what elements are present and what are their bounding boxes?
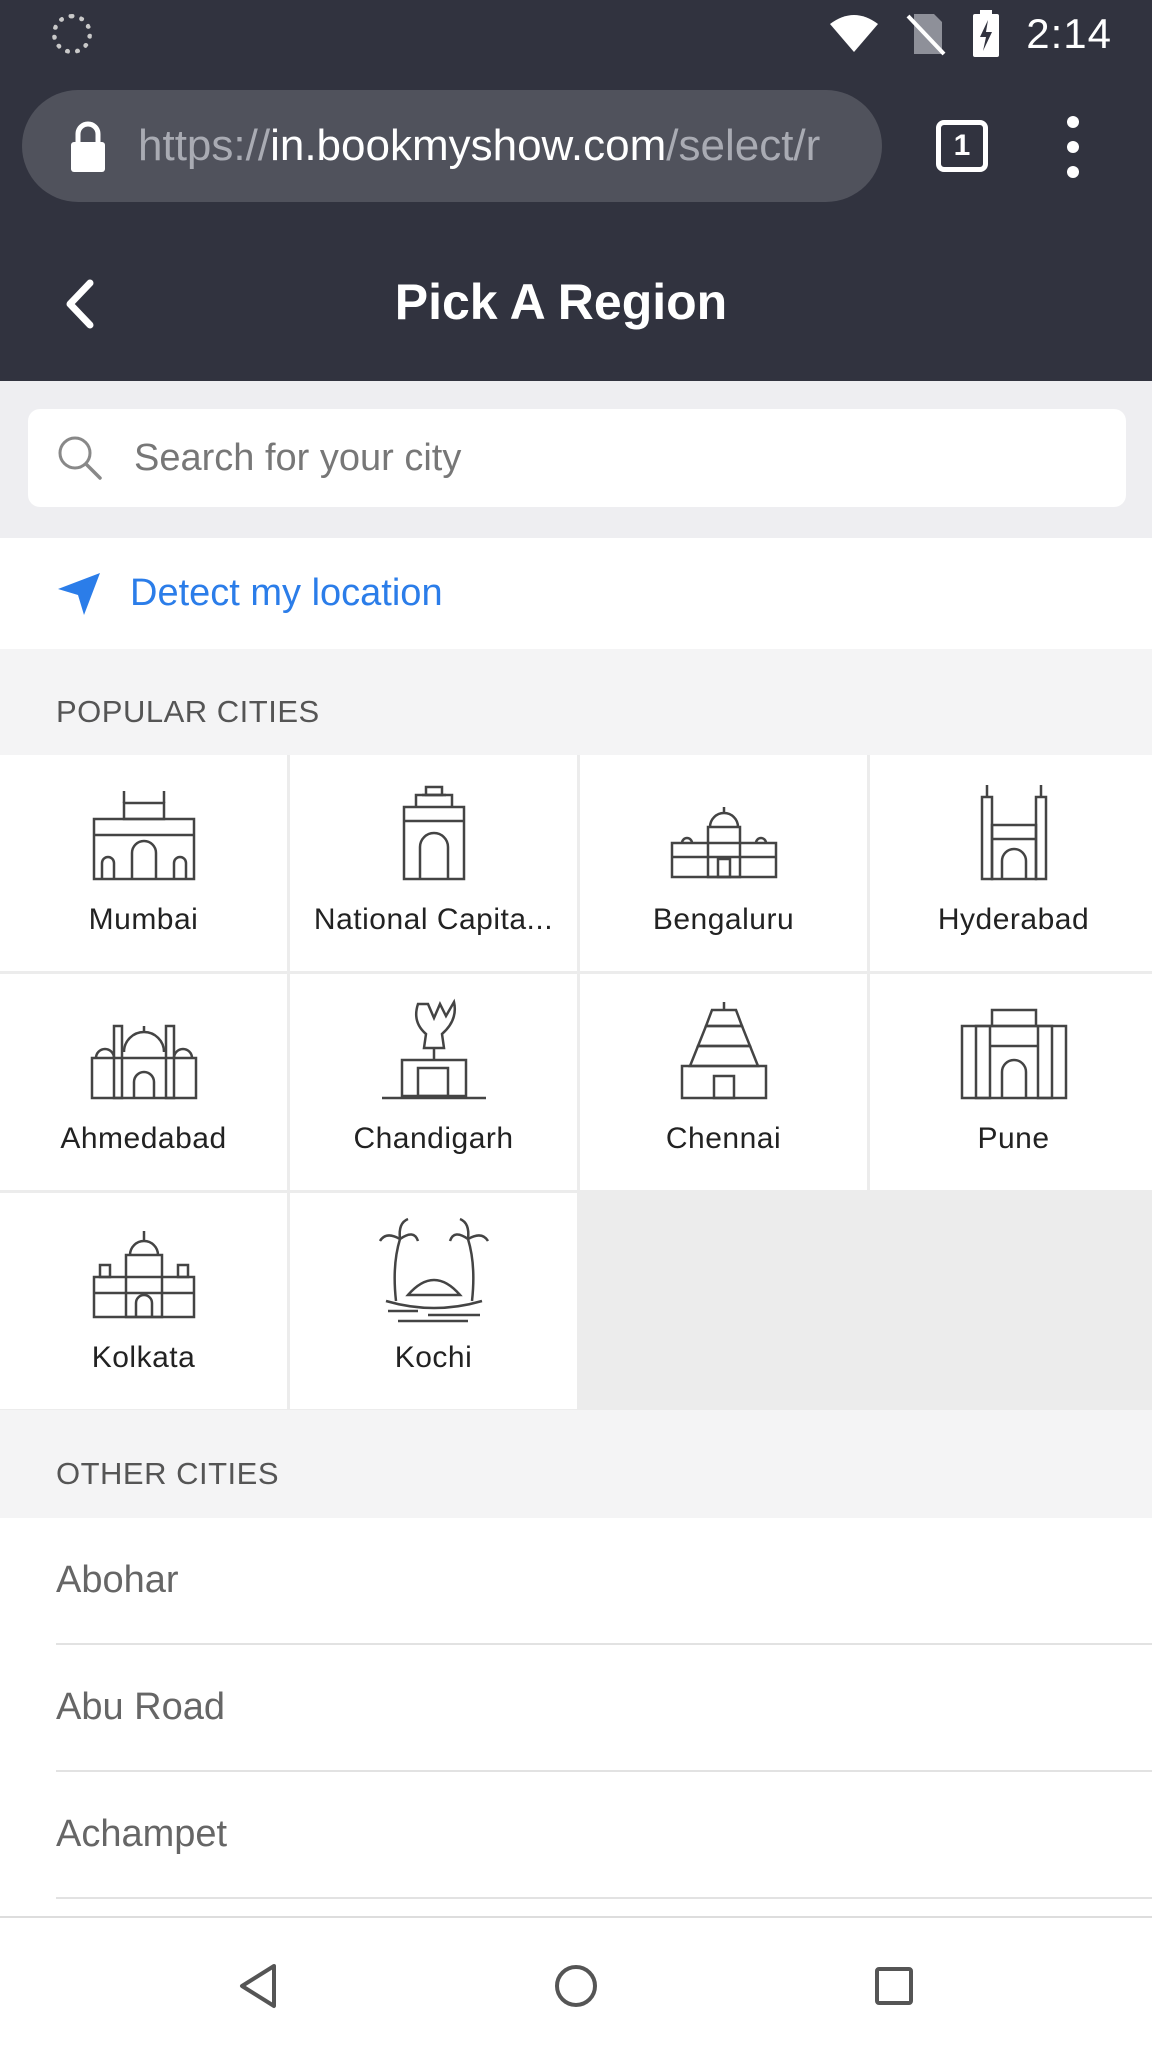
- browser-menu-button[interactable]: [1050, 112, 1096, 182]
- list-item[interactable]: Abohar: [56, 1518, 1152, 1645]
- city-tile-kochi[interactable]: Kochi: [290, 1193, 577, 1409]
- url-text[interactable]: https://in.bookmyshow.com/select/r: [138, 121, 858, 171]
- square-recents-icon: [875, 1967, 913, 2005]
- mosque-icon: [90, 1024, 197, 1100]
- nav-recents-button[interactable]: [864, 1956, 924, 2016]
- address-bar[interactable]: https://in.bookmyshow.com/select/r: [22, 90, 882, 202]
- city-name: Chandigarh: [353, 1122, 514, 1155]
- nav-home-button[interactable]: [546, 1956, 606, 2016]
- palm-trees-boat-icon: [378, 1217, 489, 1323]
- city-tile-mumbai[interactable]: Mumbai: [0, 755, 287, 971]
- nav-back-button[interactable]: [228, 1956, 288, 2016]
- city-name: Mumbai: [88, 903, 199, 936]
- city-name: Kochi: [394, 1341, 473, 1374]
- detect-location-row[interactable]: Detect my location: [0, 538, 1152, 649]
- search-icon: [58, 436, 102, 480]
- battery-charging-icon: [973, 10, 1000, 57]
- city-name: National Capita...: [313, 903, 554, 936]
- city-tile-bengaluru[interactable]: Bengaluru: [580, 755, 867, 971]
- city-name: Chennai: [665, 1122, 782, 1155]
- status-bar: 2:14: [0, 0, 1152, 68]
- no-sim-icon: [906, 14, 946, 56]
- location-arrow-icon: [58, 572, 100, 615]
- search-section: [0, 381, 1152, 538]
- other-cities-heading: OTHER CITIES: [0, 1410, 1152, 1518]
- triangle-back-icon: [240, 1964, 276, 2008]
- city-name: Ahmedabad: [60, 1122, 227, 1155]
- clock-time: 2:14: [1026, 10, 1112, 57]
- detect-location-link[interactable]: Detect my location: [130, 572, 443, 615]
- vidhana-soudha-icon: [670, 807, 777, 879]
- gateway-of-india-icon: [92, 791, 195, 881]
- city-name: Kolkata: [91, 1341, 196, 1374]
- shaniwar-wada-icon: [960, 1008, 1067, 1100]
- open-hand-monument-icon: [381, 998, 486, 1100]
- city-tile-chandigarh[interactable]: Chandigarh: [290, 974, 577, 1190]
- url-path: /select/r: [666, 121, 821, 170]
- victoria-memorial-icon: [92, 1231, 195, 1319]
- search-box[interactable]: [28, 409, 1126, 507]
- city-tile-ahmedabad[interactable]: Ahmedabad: [0, 974, 287, 1190]
- city-tile-hyderabad[interactable]: Hyderabad: [870, 755, 1152, 971]
- india-gate-icon: [402, 785, 465, 881]
- list-item[interactable]: Abu Road: [56, 1645, 1152, 1772]
- status-icons: 2:14: [828, 8, 1112, 60]
- menu-dot: [1067, 166, 1079, 178]
- browser-toolbar: https://in.bookmyshow.com/select/r 1: [0, 68, 1152, 224]
- system-navigation-bar: [0, 1916, 1152, 2048]
- city-name: Bengaluru: [652, 903, 795, 936]
- city-name: Hyderabad: [937, 903, 1090, 936]
- page-title: Pick A Region: [394, 274, 728, 330]
- lock-icon: [71, 121, 105, 172]
- back-arrow-icon: [66, 279, 94, 329]
- city-tile-chennai[interactable]: Chennai: [580, 974, 867, 1190]
- other-cities-list: Abohar Abu Road Achampet: [0, 1518, 1152, 1899]
- list-item[interactable]: Achampet: [56, 1772, 1152, 1899]
- app-header: Pick A Region: [0, 224, 1152, 381]
- charminar-icon: [980, 785, 1047, 881]
- loading-spinner-icon: [52, 14, 92, 54]
- temple-gopuram-icon: [680, 1002, 767, 1100]
- url-host: in.bookmyshow.com: [270, 121, 667, 170]
- city-tile-national-capital[interactable]: National Capita...: [290, 755, 577, 971]
- url-scheme: https://: [138, 121, 271, 170]
- circle-home-icon: [555, 1965, 597, 2007]
- city-name: Pune: [977, 1122, 1050, 1155]
- menu-dot: [1067, 141, 1079, 153]
- tab-switcher-button[interactable]: 1: [936, 120, 988, 172]
- city-search-input[interactable]: [134, 436, 1094, 480]
- city-tile-pune[interactable]: Pune: [870, 974, 1152, 1190]
- popular-cities-grid: Mumbai National Capita... Bengaluru Hyde…: [0, 755, 1152, 1410]
- menu-dot: [1067, 116, 1079, 128]
- city-tile-kolkata[interactable]: Kolkata: [0, 1193, 287, 1409]
- back-button[interactable]: [40, 264, 120, 344]
- wifi-icon: [830, 15, 879, 52]
- popular-cities-heading: POPULAR CITIES: [0, 649, 1152, 755]
